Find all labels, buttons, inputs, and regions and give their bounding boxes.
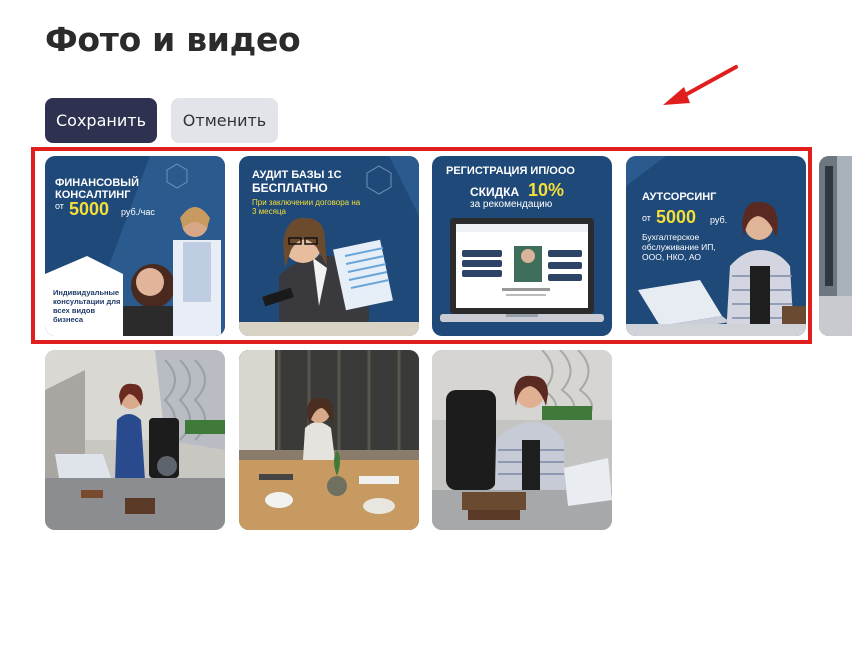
office-desk-photo-icon <box>432 350 612 530</box>
tile-heading: РЕГИСТРАЦИЯ ИП/ООО <box>446 165 575 177</box>
promo-tile-consulting[interactable]: ФИНАНСОВЫЙ КОНСАЛТИНГ от 5000 руб./час И… <box>45 156 225 336</box>
price-value: 5000 <box>69 199 110 219</box>
promo-tile-registration[interactable]: РЕГИСТРАЦИЯ ИП/ООО СКИДКА 10% за рекомен… <box>432 156 612 336</box>
cancel-button[interactable]: Отменить <box>171 98 278 143</box>
tile-subtext: за рекомендацию <box>470 199 553 210</box>
tile-caption: Бухгалтерское обслуживание ИП, ООО, НКО,… <box>642 232 716 263</box>
price-prefix: от <box>642 213 651 223</box>
meeting-photo-icon <box>239 350 419 530</box>
tile-subtext: При заключении договора на 3 месяца <box>252 198 361 217</box>
tile-caption: Индивидуальные консультации для всех вид… <box>53 288 121 324</box>
building-photo-icon <box>819 156 852 336</box>
price-suffix: руб. <box>710 215 728 225</box>
save-button[interactable]: Сохранить <box>45 98 157 143</box>
photo-tile-office-2[interactable] <box>239 350 419 530</box>
laptop-illustration-icon <box>440 218 604 322</box>
tile-heading-1: АУДИТ БАЗЫ 1С <box>252 169 342 181</box>
discount-prefix: СКИДКА <box>470 185 520 199</box>
page-title: Фото и видео <box>45 20 301 59</box>
photo-tile-partial[interactable] <box>819 156 852 336</box>
tile-heading-2: БЕСПЛАТНО <box>252 181 328 195</box>
discount-value: 10% <box>528 180 565 200</box>
photo-tile-office-1[interactable] <box>45 350 225 530</box>
photo-tile-office-3[interactable] <box>432 350 612 530</box>
tile-heading: ФИНАНСОВЫЙ КОНСАЛТИНГ <box>55 177 139 201</box>
promo-tile-outsourcing[interactable]: АУТСОРСИНГ от 5000 руб. Бухгалтерское об… <box>626 156 806 336</box>
price-value: 5000 <box>656 207 697 227</box>
price-suffix: руб./час <box>121 207 155 217</box>
promo-tile-audit[interactable]: АУДИТ БАЗЫ 1С БЕСПЛАТНО При заключении д… <box>239 156 419 336</box>
price-prefix: от <box>55 201 64 211</box>
tile-heading: АУТСОРСИНГ <box>642 191 717 203</box>
office-photo-icon <box>45 350 225 530</box>
